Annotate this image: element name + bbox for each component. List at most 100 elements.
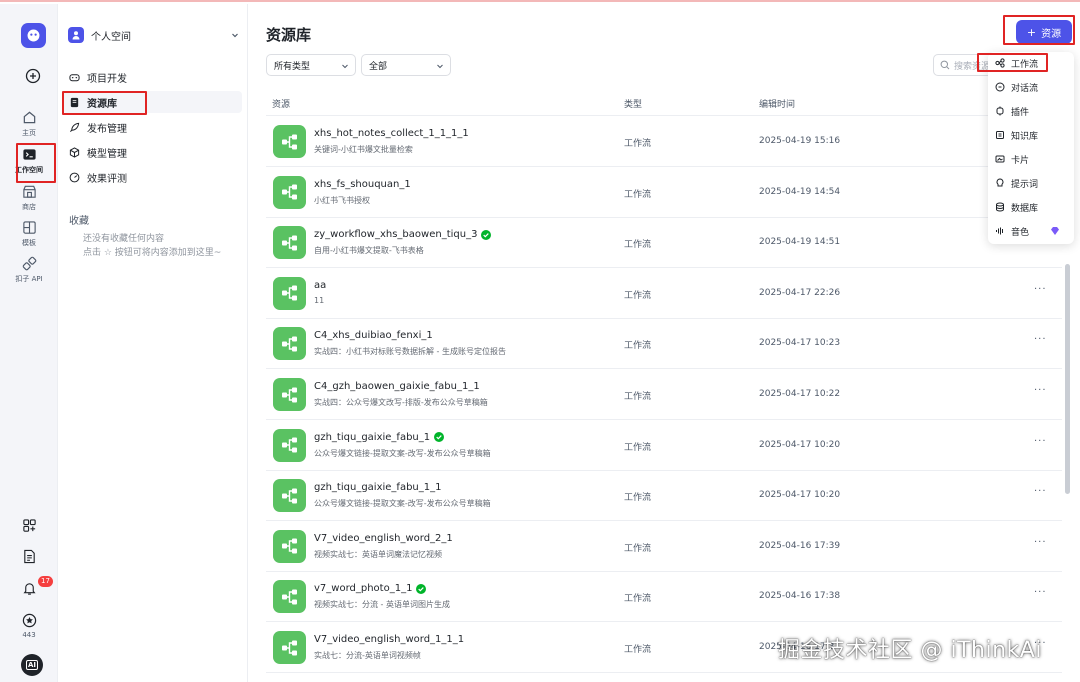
table-row[interactable]: V7_video_english_word_2_1 视频实战七：英语单词魔法记忆视… bbox=[266, 521, 1062, 572]
table-row[interactable]: gzh_tiqu_gaixie_fabu_1 公众号爆文链接-提取文案-改写-发布… bbox=[266, 420, 1062, 471]
search-input[interactable]: 搜索资源 bbox=[933, 54, 993, 76]
workflow-badge bbox=[273, 428, 306, 462]
resource-name: gzh_tiqu_gaixie_fabu_1 bbox=[314, 432, 445, 443]
home-icon bbox=[23, 111, 35, 124]
resource-name: C4_gzh_baowen_gaixie_fabu_1_1 bbox=[314, 381, 480, 392]
menu-item-prompt[interactable]: 提示词 bbox=[988, 172, 1074, 194]
nav-evaluation[interactable]: 效果评测 bbox=[62, 166, 242, 188]
chevron-down-icon bbox=[437, 64, 443, 69]
premium-gem-icon bbox=[1051, 227, 1059, 235]
favorites-title: 收藏 bbox=[69, 216, 89, 227]
app-logo[interactable] bbox=[21, 23, 46, 48]
resource-edit-time: 2025-04-19 14:54 bbox=[759, 186, 841, 197]
workflow-icon bbox=[281, 336, 297, 352]
workflow-icon bbox=[281, 387, 297, 402]
resource-name: gzh_tiqu_gaixie_fabu_1_1 bbox=[314, 482, 442, 494]
more-options-button[interactable]: ··· bbox=[1034, 537, 1047, 548]
type-filter-select[interactable]: 所有类型 bbox=[266, 54, 356, 76]
resource-edit-time: 2025-04-17 10:20 bbox=[759, 490, 841, 501]
add-resource-button[interactable]: + 资源 bbox=[1016, 20, 1072, 44]
workflow-icon bbox=[281, 235, 297, 251]
workflow-badge bbox=[273, 276, 306, 310]
gamepad-icon bbox=[69, 73, 80, 81]
resource-edit-time: 2025-04-17 22:26 bbox=[759, 287, 841, 298]
points-count: 443 bbox=[22, 631, 36, 639]
user-avatar[interactable]: AI bbox=[21, 654, 43, 676]
more-options-button[interactable]: ··· bbox=[1034, 587, 1047, 598]
table-row[interactable]: C4_xhs_duibiao_fenxi_1 实战四：小红书对标账号数据拆解 - … bbox=[266, 318, 1062, 370]
nav-models[interactable]: 模型管理 bbox=[62, 141, 242, 163]
resource-name: xhs_hot_notes_collect_1_1_1_1 bbox=[314, 128, 469, 139]
resource-type: 工作流 bbox=[624, 139, 652, 149]
resource-description: 公众号爆文链接-提取文案-改写-发布公众号草稿箱 bbox=[314, 448, 491, 458]
resource-description: 视频实战七：英语单词魔法记忆视频 bbox=[314, 549, 442, 559]
table-row[interactable]: C4_gzh_baowen_gaixie_fabu_1_1 实战四：公众号爆文改写… bbox=[266, 369, 1062, 420]
more-options-button[interactable]: ··· bbox=[1034, 284, 1047, 295]
resource-edit-time: 2025-04-16 17:39 bbox=[759, 540, 841, 551]
resource-name: V7_video_english_word_2_1 bbox=[314, 532, 453, 544]
rail-docs[interactable] bbox=[0, 549, 58, 564]
nav-publish[interactable]: 发布管理 bbox=[62, 116, 242, 138]
verified-check-icon bbox=[434, 432, 445, 443]
page-title: 资源库 bbox=[266, 26, 312, 44]
rail-points[interactable] bbox=[0, 613, 58, 628]
bell-icon bbox=[22, 583, 36, 595]
rail-item-store[interactable]: 商店 bbox=[0, 184, 58, 212]
resource-type: 工作流 bbox=[624, 493, 652, 504]
rocket-icon bbox=[70, 122, 80, 132]
table-row[interactable]: xhs_hot_notes_collect_1_1_1_1 关键词-小红书爆文批量… bbox=[266, 116, 1062, 167]
more-options-button[interactable]: ··· bbox=[1034, 436, 1047, 447]
store-icon bbox=[22, 185, 36, 198]
resource-edit-time: 2025-04-19 14:51 bbox=[759, 237, 841, 248]
table-row[interactable]: zy_workflow_xhs_baowen_tiqu_3 自用-小红书爆文提取-… bbox=[266, 217, 1062, 269]
menu-item-workflow[interactable]: 工作流 bbox=[988, 52, 1074, 74]
user-icon bbox=[72, 31, 80, 40]
resource-name: xhs_fs_shouquan_1 bbox=[314, 178, 411, 190]
knowledge-icon bbox=[996, 131, 1004, 139]
menu-item-card[interactable]: 卡片 bbox=[988, 148, 1074, 170]
scope-filter-select[interactable]: 全部 bbox=[361, 54, 451, 76]
workflow-badge bbox=[273, 327, 306, 361]
library-icon bbox=[70, 97, 79, 107]
nav-resource-library[interactable]: 资源库 bbox=[62, 91, 242, 113]
menu-item-knowledge[interactable]: 知识库 bbox=[988, 124, 1074, 146]
workflow-icon bbox=[281, 538, 297, 554]
workflow-badge bbox=[273, 631, 306, 664]
create-plus-icon[interactable] bbox=[25, 68, 41, 84]
workflow-badge bbox=[273, 226, 306, 260]
rail-item-api[interactable]: 扣子 API bbox=[0, 256, 58, 284]
gauge-icon bbox=[69, 172, 80, 182]
template-icon bbox=[22, 221, 36, 234]
resource-type: 工作流 bbox=[624, 442, 652, 453]
menu-item-database[interactable]: 数据库 bbox=[988, 196, 1074, 218]
rail-item-workspace[interactable]: 工作空间 bbox=[0, 147, 58, 175]
workflow-icon bbox=[281, 437, 297, 453]
rail-item-templates[interactable]: 模板 bbox=[0, 220, 58, 248]
more-options-button[interactable]: ··· bbox=[1034, 486, 1047, 497]
table-row[interactable]: aa 11 工作流 2025-04-17 22:26 ··· bbox=[266, 268, 1062, 319]
table-row[interactable]: gzh_tiqu_gaixie_fabu_1_1 公众号爆文链接-提取文案-改写-… bbox=[266, 470, 1062, 522]
table-row[interactable]: xhs_fs_shouquan_1 小红书飞书授权 工作流 2025-04-19 14… bbox=[266, 167, 1062, 218]
star-badge-icon bbox=[22, 613, 36, 628]
rail-apps[interactable] bbox=[0, 518, 58, 533]
more-options-button[interactable]: ··· bbox=[1034, 385, 1047, 396]
resource-type: 工作流 bbox=[624, 240, 652, 251]
resource-type: 工作流 bbox=[624, 543, 652, 554]
menu-item-chatflow[interactable]: 对话流 bbox=[988, 76, 1074, 98]
menu-item-plugin[interactable]: 插件 bbox=[988, 100, 1074, 122]
resource-edit-time: 2025-04-17 10:22 bbox=[759, 389, 841, 399]
resource-description: 小红书飞书授权 bbox=[314, 195, 370, 205]
more-options-button[interactable]: ··· bbox=[1034, 334, 1047, 345]
table-row[interactable]: v7_word_photo_1_1 视频实战七：分流 - 英语单词图片生成 工作流 2… bbox=[266, 571, 1062, 623]
menu-item-voice[interactable]: 音色 bbox=[988, 220, 1074, 242]
space-switcher[interactable]: 个人空间 bbox=[68, 24, 240, 46]
card-icon bbox=[995, 155, 1005, 163]
resource-description: 实战四：公众号爆文改写-排版-发布公众号草稿箱 bbox=[314, 398, 488, 407]
workflow-icon bbox=[281, 134, 297, 149]
space-name: 个人空间 bbox=[91, 31, 131, 43]
main-content: 资源库 + 资源 所有类型 全部 搜索资源 资源 类型 编辑时间 xhs_hot_… bbox=[248, 4, 1080, 682]
nav-project-dev[interactable]: 项目开发 bbox=[62, 66, 242, 88]
workflow-icon bbox=[281, 184, 297, 200]
rail-item-home[interactable]: 主页 bbox=[0, 110, 58, 138]
scrollbar[interactable] bbox=[1065, 264, 1070, 494]
